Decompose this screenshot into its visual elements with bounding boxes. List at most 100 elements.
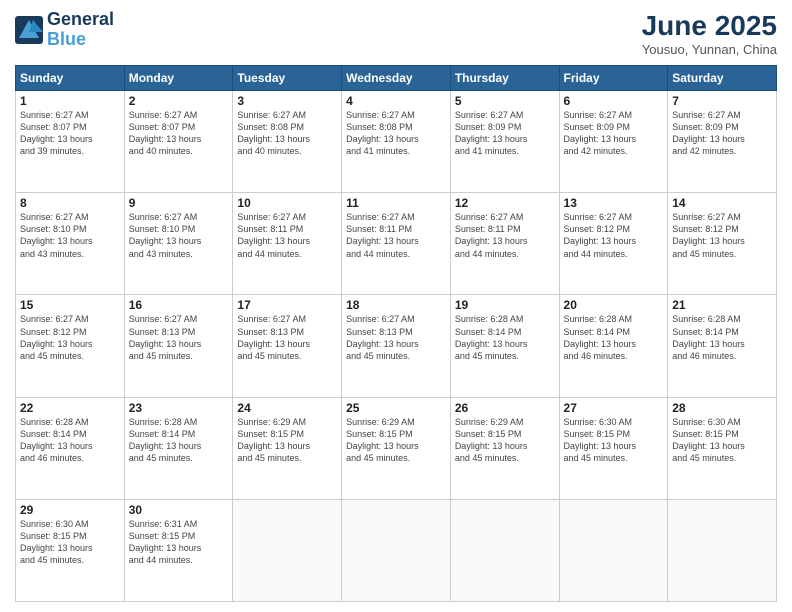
day-number: 14 bbox=[672, 196, 772, 210]
month-title: June 2025 bbox=[642, 10, 777, 42]
table-row: 17Sunrise: 6:27 AM Sunset: 8:13 PM Dayli… bbox=[233, 295, 342, 397]
day-info: Sunrise: 6:27 AM Sunset: 8:10 PM Dayligh… bbox=[129, 211, 229, 260]
day-number: 30 bbox=[129, 503, 229, 517]
calendar-header-row: Sunday Monday Tuesday Wednesday Thursday… bbox=[16, 66, 777, 91]
logo-line1: General bbox=[47, 10, 114, 30]
calendar-week-row: 22Sunrise: 6:28 AM Sunset: 8:14 PM Dayli… bbox=[16, 397, 777, 499]
table-row: 8Sunrise: 6:27 AM Sunset: 8:10 PM Daylig… bbox=[16, 193, 125, 295]
col-monday: Monday bbox=[124, 66, 233, 91]
table-row: 14Sunrise: 6:27 AM Sunset: 8:12 PM Dayli… bbox=[668, 193, 777, 295]
table-row: 29Sunrise: 6:30 AM Sunset: 8:15 PM Dayli… bbox=[16, 499, 125, 601]
col-friday: Friday bbox=[559, 66, 668, 91]
table-row: 3Sunrise: 6:27 AM Sunset: 8:08 PM Daylig… bbox=[233, 91, 342, 193]
day-number: 5 bbox=[455, 94, 555, 108]
day-info: Sunrise: 6:27 AM Sunset: 8:13 PM Dayligh… bbox=[346, 313, 446, 362]
title-block: June 2025 Yousuo, Yunnan, China bbox=[642, 10, 777, 57]
day-info: Sunrise: 6:28 AM Sunset: 8:14 PM Dayligh… bbox=[129, 416, 229, 465]
table-row: 28Sunrise: 6:30 AM Sunset: 8:15 PM Dayli… bbox=[668, 397, 777, 499]
table-row: 24Sunrise: 6:29 AM Sunset: 8:15 PM Dayli… bbox=[233, 397, 342, 499]
header: General Blue June 2025 Yousuo, Yunnan, C… bbox=[15, 10, 777, 57]
table-row: 6Sunrise: 6:27 AM Sunset: 8:09 PM Daylig… bbox=[559, 91, 668, 193]
table-row bbox=[668, 499, 777, 601]
day-number: 7 bbox=[672, 94, 772, 108]
table-row: 4Sunrise: 6:27 AM Sunset: 8:08 PM Daylig… bbox=[342, 91, 451, 193]
table-row: 22Sunrise: 6:28 AM Sunset: 8:14 PM Dayli… bbox=[16, 397, 125, 499]
col-sunday: Sunday bbox=[16, 66, 125, 91]
day-info: Sunrise: 6:27 AM Sunset: 8:11 PM Dayligh… bbox=[237, 211, 337, 260]
table-row: 5Sunrise: 6:27 AM Sunset: 8:09 PM Daylig… bbox=[450, 91, 559, 193]
table-row: 30Sunrise: 6:31 AM Sunset: 8:15 PM Dayli… bbox=[124, 499, 233, 601]
col-tuesday: Tuesday bbox=[233, 66, 342, 91]
day-number: 28 bbox=[672, 401, 772, 415]
page: General Blue June 2025 Yousuo, Yunnan, C… bbox=[0, 0, 792, 612]
table-row: 21Sunrise: 6:28 AM Sunset: 8:14 PM Dayli… bbox=[668, 295, 777, 397]
table-row: 11Sunrise: 6:27 AM Sunset: 8:11 PM Dayli… bbox=[342, 193, 451, 295]
day-number: 24 bbox=[237, 401, 337, 415]
calendar-week-row: 1Sunrise: 6:27 AM Sunset: 8:07 PM Daylig… bbox=[16, 91, 777, 193]
calendar-body: 1Sunrise: 6:27 AM Sunset: 8:07 PM Daylig… bbox=[16, 91, 777, 602]
day-info: Sunrise: 6:31 AM Sunset: 8:15 PM Dayligh… bbox=[129, 518, 229, 567]
day-number: 27 bbox=[564, 401, 664, 415]
day-info: Sunrise: 6:27 AM Sunset: 8:11 PM Dayligh… bbox=[346, 211, 446, 260]
day-number: 3 bbox=[237, 94, 337, 108]
location: Yousuo, Yunnan, China bbox=[642, 42, 777, 57]
day-number: 2 bbox=[129, 94, 229, 108]
table-row bbox=[233, 499, 342, 601]
day-info: Sunrise: 6:28 AM Sunset: 8:14 PM Dayligh… bbox=[672, 313, 772, 362]
day-info: Sunrise: 6:27 AM Sunset: 8:12 PM Dayligh… bbox=[564, 211, 664, 260]
day-info: Sunrise: 6:27 AM Sunset: 8:09 PM Dayligh… bbox=[564, 109, 664, 158]
table-row: 10Sunrise: 6:27 AM Sunset: 8:11 PM Dayli… bbox=[233, 193, 342, 295]
day-number: 11 bbox=[346, 196, 446, 210]
day-number: 12 bbox=[455, 196, 555, 210]
day-info: Sunrise: 6:30 AM Sunset: 8:15 PM Dayligh… bbox=[672, 416, 772, 465]
day-info: Sunrise: 6:27 AM Sunset: 8:13 PM Dayligh… bbox=[129, 313, 229, 362]
day-number: 26 bbox=[455, 401, 555, 415]
day-info: Sunrise: 6:27 AM Sunset: 8:09 PM Dayligh… bbox=[672, 109, 772, 158]
day-number: 1 bbox=[20, 94, 120, 108]
table-row: 18Sunrise: 6:27 AM Sunset: 8:13 PM Dayli… bbox=[342, 295, 451, 397]
day-info: Sunrise: 6:28 AM Sunset: 8:14 PM Dayligh… bbox=[20, 416, 120, 465]
day-number: 23 bbox=[129, 401, 229, 415]
day-info: Sunrise: 6:29 AM Sunset: 8:15 PM Dayligh… bbox=[455, 416, 555, 465]
calendar-week-row: 15Sunrise: 6:27 AM Sunset: 8:12 PM Dayli… bbox=[16, 295, 777, 397]
day-info: Sunrise: 6:27 AM Sunset: 8:12 PM Dayligh… bbox=[20, 313, 120, 362]
table-row bbox=[342, 499, 451, 601]
table-row: 7Sunrise: 6:27 AM Sunset: 8:09 PM Daylig… bbox=[668, 91, 777, 193]
day-number: 21 bbox=[672, 298, 772, 312]
logo-icon bbox=[15, 16, 43, 44]
day-info: Sunrise: 6:27 AM Sunset: 8:10 PM Dayligh… bbox=[20, 211, 120, 260]
day-number: 19 bbox=[455, 298, 555, 312]
table-row: 15Sunrise: 6:27 AM Sunset: 8:12 PM Dayli… bbox=[16, 295, 125, 397]
calendar-week-row: 29Sunrise: 6:30 AM Sunset: 8:15 PM Dayli… bbox=[16, 499, 777, 601]
table-row: 2Sunrise: 6:27 AM Sunset: 8:07 PM Daylig… bbox=[124, 91, 233, 193]
calendar-week-row: 8Sunrise: 6:27 AM Sunset: 8:10 PM Daylig… bbox=[16, 193, 777, 295]
col-thursday: Thursday bbox=[450, 66, 559, 91]
day-number: 18 bbox=[346, 298, 446, 312]
day-info: Sunrise: 6:27 AM Sunset: 8:11 PM Dayligh… bbox=[455, 211, 555, 260]
day-number: 4 bbox=[346, 94, 446, 108]
table-row bbox=[559, 499, 668, 601]
day-info: Sunrise: 6:27 AM Sunset: 8:13 PM Dayligh… bbox=[237, 313, 337, 362]
day-number: 15 bbox=[20, 298, 120, 312]
col-wednesday: Wednesday bbox=[342, 66, 451, 91]
col-saturday: Saturday bbox=[668, 66, 777, 91]
day-number: 17 bbox=[237, 298, 337, 312]
day-info: Sunrise: 6:30 AM Sunset: 8:15 PM Dayligh… bbox=[564, 416, 664, 465]
day-info: Sunrise: 6:29 AM Sunset: 8:15 PM Dayligh… bbox=[346, 416, 446, 465]
table-row: 12Sunrise: 6:27 AM Sunset: 8:11 PM Dayli… bbox=[450, 193, 559, 295]
day-info: Sunrise: 6:27 AM Sunset: 8:08 PM Dayligh… bbox=[346, 109, 446, 158]
day-info: Sunrise: 6:28 AM Sunset: 8:14 PM Dayligh… bbox=[564, 313, 664, 362]
day-number: 22 bbox=[20, 401, 120, 415]
table-row: 26Sunrise: 6:29 AM Sunset: 8:15 PM Dayli… bbox=[450, 397, 559, 499]
table-row: 23Sunrise: 6:28 AM Sunset: 8:14 PM Dayli… bbox=[124, 397, 233, 499]
table-row: 1Sunrise: 6:27 AM Sunset: 8:07 PM Daylig… bbox=[16, 91, 125, 193]
day-number: 10 bbox=[237, 196, 337, 210]
day-number: 6 bbox=[564, 94, 664, 108]
day-number: 8 bbox=[20, 196, 120, 210]
day-info: Sunrise: 6:28 AM Sunset: 8:14 PM Dayligh… bbox=[455, 313, 555, 362]
logo-text: General Blue bbox=[47, 10, 114, 50]
table-row: 27Sunrise: 6:30 AM Sunset: 8:15 PM Dayli… bbox=[559, 397, 668, 499]
table-row: 9Sunrise: 6:27 AM Sunset: 8:10 PM Daylig… bbox=[124, 193, 233, 295]
day-info: Sunrise: 6:27 AM Sunset: 8:07 PM Dayligh… bbox=[20, 109, 120, 158]
day-number: 20 bbox=[564, 298, 664, 312]
